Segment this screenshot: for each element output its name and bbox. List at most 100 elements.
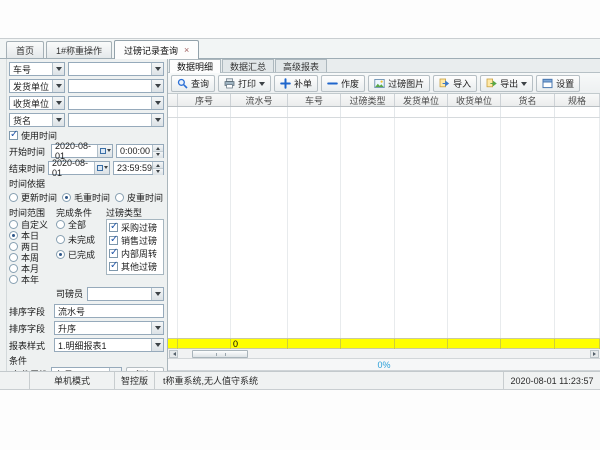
export-button[interactable]: 导出 <box>480 75 533 92</box>
scrollbar-thumb[interactable] <box>192 350 248 358</box>
subtab-data-detail[interactable]: 数据明细 <box>169 59 221 73</box>
tab-home[interactable]: 首页 <box>6 41 44 58</box>
radio-tare-time[interactable]: 皮重时间 <box>115 191 163 204</box>
value-select-vehicle[interactable] <box>68 62 164 76</box>
use-time-checkbox[interactable]: 使用时间 <box>9 129 57 142</box>
start-time-spinner[interactable]: 0:00:00 <box>116 144 164 158</box>
export-icon <box>486 78 497 89</box>
add-condition-button[interactable]: 添加 <box>126 367 164 372</box>
column-header[interactable]: 过磅类型 <box>341 94 395 106</box>
spinner-buttons[interactable] <box>152 145 163 157</box>
void-button[interactable]: 作废 <box>321 75 365 92</box>
field-select-receiver[interactable]: 收货单位 <box>9 96 65 110</box>
chevron-down-icon[interactable] <box>52 80 64 92</box>
query-button[interactable]: 查询 <box>171 75 215 92</box>
checkbox-checked-icon <box>9 131 18 140</box>
grid-body-empty[interactable] <box>168 118 600 338</box>
time-basis-label: 时间依据 <box>9 178 164 189</box>
radio-unfinished[interactable]: 未完成 <box>56 234 106 245</box>
tab-weighing-operation[interactable]: 1#称重操作 <box>46 41 112 58</box>
column-header[interactable]: 流水号 <box>231 94 288 106</box>
column-header[interactable]: 车号 <box>288 94 341 106</box>
start-date-picker[interactable]: 2020-08-01 <box>51 144 113 158</box>
end-date-picker[interactable]: 2020-08-01 <box>48 161 110 175</box>
column-header[interactable]: 收货单位 <box>448 94 501 106</box>
column-header[interactable]: 规格 <box>555 94 600 106</box>
tab-record-query[interactable]: 过磅记录查询 × <box>114 40 199 59</box>
main-tabbar: 首页 1#称重操作 过磅记录查询 × <box>0 39 600 59</box>
radio-update-time[interactable]: 更新时间 <box>9 191 57 204</box>
radio-selected-icon <box>56 250 65 259</box>
condition-attr-select[interactable]: 车号 <box>51 367 122 371</box>
field-select-goods[interactable]: 货名 <box>9 113 65 127</box>
checkbox-internal[interactable]: 内部周转 <box>109 248 161 258</box>
checkbox-checked-icon <box>109 262 118 271</box>
report-style-select[interactable]: 1.明细报表1 <box>54 338 164 352</box>
spinner-buttons[interactable] <box>152 162 163 174</box>
import-icon <box>439 78 450 89</box>
chevron-down-icon[interactable] <box>151 80 163 92</box>
weigher-select[interactable] <box>87 287 164 301</box>
end-time-spinner[interactable]: 23:59:59 <box>113 161 164 175</box>
print-button[interactable]: 打印 <box>218 75 271 92</box>
chevron-down-icon[interactable] <box>151 97 163 109</box>
radio-two-days[interactable]: 两日 <box>9 241 56 251</box>
start-time-label: 开始时间 <box>9 145 48 158</box>
chevron-down-icon[interactable] <box>109 368 121 371</box>
radio-gross-time[interactable]: 毛重时间 <box>62 191 110 204</box>
checkbox-other[interactable]: 其他过磅 <box>109 261 161 271</box>
chevron-down-icon[interactable] <box>52 97 64 109</box>
field-select-vehicle[interactable]: 车号 <box>9 62 65 76</box>
calendar-icon[interactable] <box>97 145 112 157</box>
field-select-shipper[interactable]: 发货单位 <box>9 79 65 93</box>
radio-today[interactable]: 本日 <box>9 230 56 240</box>
sort-order-select[interactable]: 升序 <box>54 321 164 335</box>
radio-icon <box>115 193 124 202</box>
radio-custom[interactable]: 自定义 <box>9 219 56 229</box>
condition-group-label: 条件 <box>9 355 164 366</box>
radio-this-month[interactable]: 本月 <box>9 263 56 273</box>
chevron-down-icon[interactable] <box>52 63 64 75</box>
supplement-order-button[interactable]: 补单 <box>274 75 318 92</box>
radio-finished[interactable]: 已完成 <box>56 249 106 260</box>
import-button[interactable]: 导入 <box>433 75 477 92</box>
settings-button[interactable]: 设置 <box>536 75 580 92</box>
column-header[interactable]: 货名 <box>501 94 555 106</box>
weigh-photo-button[interactable]: 过磅图片 <box>368 75 430 92</box>
close-icon[interactable]: × <box>182 46 189 55</box>
chevron-down-icon[interactable] <box>151 339 163 351</box>
finish-condition-group: 完成条件 全部 未完成 已完成 <box>56 207 106 285</box>
horizontal-scrollbar[interactable] <box>168 349 600 359</box>
chevron-down-icon[interactable] <box>52 114 64 126</box>
subtab-advanced-report[interactable]: 高级报表 <box>275 59 327 72</box>
calendar-icon[interactable] <box>94 162 109 174</box>
window-settings-icon <box>542 78 553 89</box>
column-header[interactable]: 发货单位 <box>395 94 448 106</box>
finish-condition-label: 完成条件 <box>56 207 106 218</box>
time-range-label: 时间范围 <box>9 207 56 218</box>
sort-field-row: 排序字段 流水号 <box>9 304 164 318</box>
end-time-label: 结束时间 <box>9 162 45 175</box>
subtab-data-summary[interactable]: 数据汇总 <box>222 59 274 72</box>
scroll-left-arrow-icon[interactable] <box>169 350 178 358</box>
checkbox-sales[interactable]: 销售过磅 <box>109 235 161 245</box>
chevron-down-icon[interactable] <box>151 322 163 334</box>
radio-all[interactable]: 全部 <box>56 219 106 230</box>
selector-header-cell <box>168 94 178 106</box>
chevron-down-icon[interactable] <box>151 288 163 300</box>
column-header[interactable]: 序号 <box>178 94 231 106</box>
checkbox-purchase[interactable]: 采购过磅 <box>109 222 161 232</box>
scroll-right-arrow-icon[interactable] <box>590 350 599 358</box>
sort-field-input[interactable]: 流水号 <box>54 304 164 318</box>
value-select-goods[interactable] <box>68 113 164 127</box>
grid-filter-row[interactable] <box>168 107 600 118</box>
value-select-receiver[interactable] <box>68 96 164 110</box>
value-select-shipper[interactable] <box>68 79 164 93</box>
chevron-down-icon[interactable] <box>151 114 163 126</box>
minus-icon <box>327 78 338 89</box>
radio-this-year[interactable]: 本年 <box>9 274 56 284</box>
chevron-down-icon[interactable] <box>151 63 163 75</box>
progress-percent: 0% <box>377 360 390 370</box>
radio-this-week[interactable]: 本周 <box>9 252 56 262</box>
condition-attr-label: 条件属性 <box>9 368 51 372</box>
